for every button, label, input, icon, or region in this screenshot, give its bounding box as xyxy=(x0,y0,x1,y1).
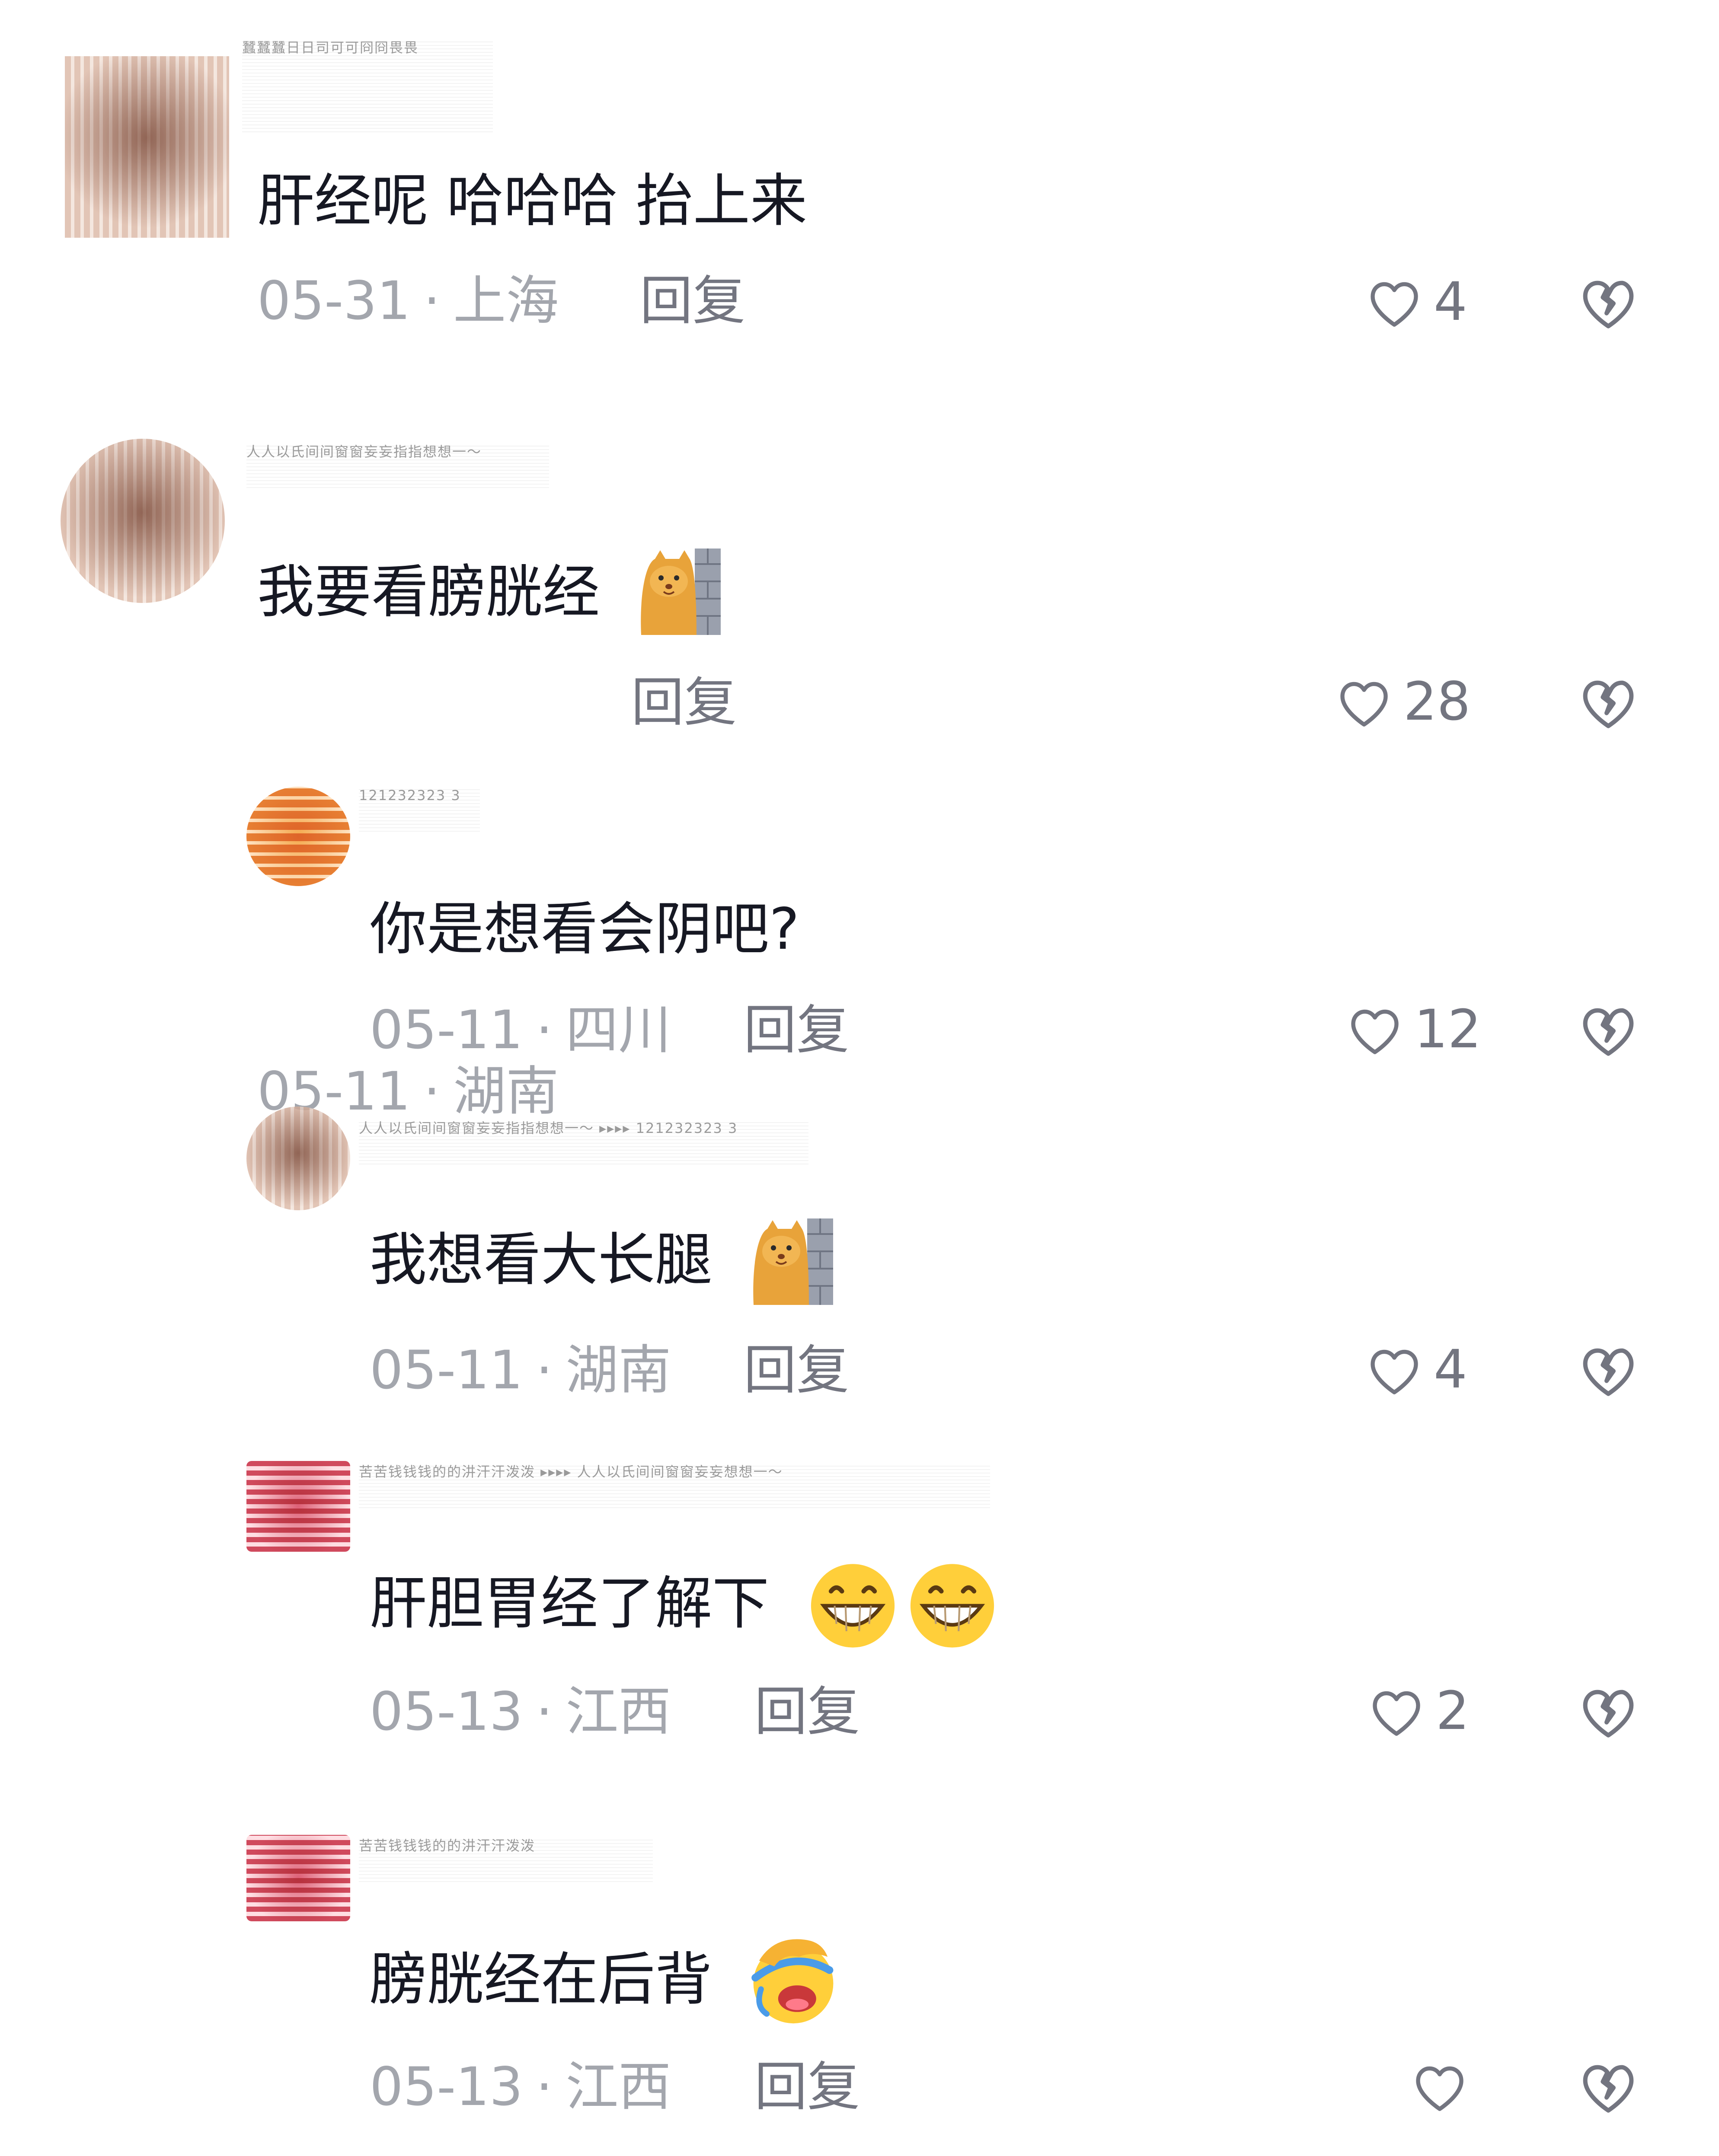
comment-date: 05-13 xyxy=(370,2056,523,2118)
reply-button[interactable]: 回复 xyxy=(631,672,737,733)
comment-meta: 05-11 · 湖南 xyxy=(370,1340,671,1401)
reply-button[interactable]: 回复 xyxy=(744,1340,849,1400)
broken-heart-icon xyxy=(1574,1676,1643,1745)
comment-location: 湖南 xyxy=(566,1340,671,1401)
facepalm-cry-emoji xyxy=(744,1932,843,2027)
heart-outline-icon xyxy=(1362,269,1427,334)
dislike-button[interactable] xyxy=(1574,267,1643,336)
comment-text: 我要看膀胱经 xyxy=(257,559,600,625)
heart-outline-icon xyxy=(1362,1337,1427,1402)
cat-wall-emoji xyxy=(750,1217,837,1308)
dislike-button[interactable] xyxy=(1574,667,1643,736)
comment-item: 蠶蠶蠶日日司可可冏冏畏畏 肝经呢 哈哈哈 抬上来 05-31 · 上海 回复 4 xyxy=(0,0,1719,389)
reply-button[interactable]: 回复 xyxy=(754,1681,860,1742)
like-button[interactable]: 12 xyxy=(1342,995,1481,1064)
like-button[interactable]: 28 xyxy=(1332,667,1470,736)
comment-nickname[interactable]: 人人以氏间间窗窗妄妄指指想想一～ xyxy=(246,443,549,491)
comment-date: 05-11 xyxy=(370,999,523,1061)
like-button[interactable]: 4 xyxy=(1362,1335,1467,1404)
reply-button[interactable]: 回复 xyxy=(640,271,745,331)
comment-location: 湖南 xyxy=(453,1061,559,1122)
avatar[interactable] xyxy=(246,787,350,886)
heart-outline-icon xyxy=(1364,1678,1429,1743)
comment-nickname[interactable]: 人人以氏间间窗窗妄妄指指想想一～ ▸▸▸▸ 121232323 3 xyxy=(359,1119,808,1167)
comment-text: 肝经呢 哈哈哈 抬上来 xyxy=(257,168,807,234)
comment-date: 05-31 xyxy=(257,270,411,332)
comment-text: 膀胱经在后背 xyxy=(370,1946,712,2013)
like-button[interactable]: 2 xyxy=(1364,1676,1470,1745)
reply-button[interactable]: 回复 xyxy=(744,1000,849,1060)
comment-nickname[interactable]: 苦苦钱钱钱的的汫汗汗泼泼 ▸▸▸▸ 人人以氏间间窗窗妄妄想想一～ xyxy=(359,1463,990,1511)
comment-location: 江西 xyxy=(566,1681,671,1742)
heart-outline-icon xyxy=(1332,669,1396,734)
reply-button[interactable]: 回复 xyxy=(754,2057,860,2117)
comment-location: 上海 xyxy=(453,270,559,332)
broken-heart-icon xyxy=(1574,995,1643,1064)
comment-text: 肝胆胃经了解下 xyxy=(370,1570,769,1637)
comment-meta: 05-13 · 江西 xyxy=(370,1681,671,1742)
dislike-button[interactable] xyxy=(1574,1676,1643,1745)
like-count: 4 xyxy=(1434,271,1467,332)
broken-heart-icon xyxy=(1574,1335,1643,1404)
like-button[interactable] xyxy=(1407,2051,1479,2121)
comment-nickname[interactable]: 蠶蠶蠶日日司可可冏冏畏畏 xyxy=(242,39,493,134)
dislike-button[interactable] xyxy=(1574,2051,1643,2121)
like-count: 4 xyxy=(1434,1339,1467,1400)
heart-outline-icon xyxy=(1342,997,1407,1062)
like-count: 2 xyxy=(1436,1680,1470,1741)
grin-emoji xyxy=(906,1560,999,1651)
like-button[interactable]: 4 xyxy=(1362,267,1467,336)
avatar[interactable] xyxy=(246,1835,350,1921)
comment-location: 四川 xyxy=(566,999,671,1061)
comment-meta: 05-31 · 上海 xyxy=(257,270,559,332)
dislike-button[interactable] xyxy=(1574,995,1643,1064)
dislike-button[interactable] xyxy=(1574,1335,1643,1404)
broken-heart-icon xyxy=(1574,2051,1643,2121)
comment-date: 05-11 xyxy=(370,1340,523,1401)
comment-date: 05-13 xyxy=(370,1681,523,1742)
like-count: 28 xyxy=(1403,671,1471,732)
avatar[interactable] xyxy=(246,1461,350,1552)
like-count: 12 xyxy=(1414,998,1482,1060)
grin-emoji xyxy=(806,1560,899,1651)
heart-outline-icon xyxy=(1407,2054,1472,2118)
comment-location: 江西 xyxy=(566,2056,671,2118)
broken-heart-icon xyxy=(1574,267,1643,336)
broken-heart-icon xyxy=(1574,667,1643,736)
avatar[interactable] xyxy=(61,439,225,603)
cat-wall-emoji xyxy=(638,547,724,638)
avatar[interactable] xyxy=(65,56,229,238)
comment-nickname[interactable]: 苦苦钱钱钱的的汫汗汗泼泼 xyxy=(359,1837,653,1885)
avatar[interactable] xyxy=(246,1107,350,1210)
comment-meta: 05-13 · 江西 xyxy=(370,2056,671,2118)
comment-text: 你是想看会阴吧? xyxy=(370,896,800,963)
comment-text: 我想看大长腿 xyxy=(370,1227,712,1293)
comment-nickname[interactable]: 121232323 3 xyxy=(359,787,480,834)
comment-meta: 05-11 · 四川 xyxy=(370,999,671,1061)
